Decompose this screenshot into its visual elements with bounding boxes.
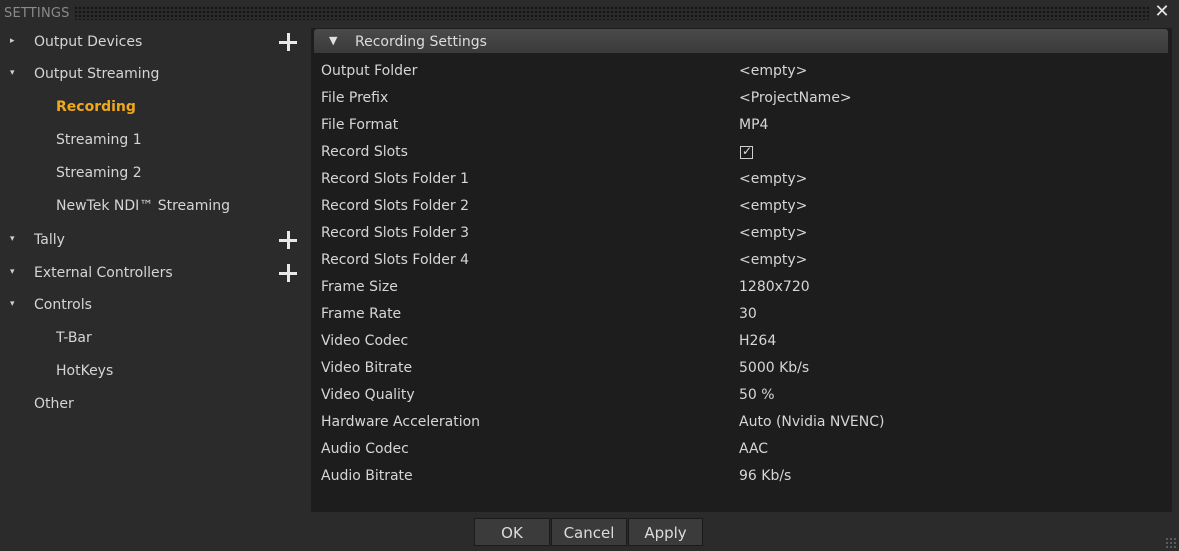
sidebar-item-label: Recording	[56, 99, 136, 115]
property-row-audio-codec[interactable]: Audio Codec AAC	[321, 441, 1166, 468]
sidebar-item-label: Output Devices	[34, 34, 143, 50]
property-row-output-folder[interactable]: Output Folder <empty>	[321, 63, 1166, 90]
property-row-hardware-acceleration[interactable]: Hardware Acceleration Auto (Nvidia NVENC…	[321, 414, 1166, 441]
property-label: Audio Bitrate	[321, 468, 413, 484]
property-label: Record Slots Folder 4	[321, 252, 470, 268]
add-icon[interactable]	[279, 264, 297, 282]
property-label: Video Quality	[321, 387, 415, 403]
sidebar-item-label: Streaming 1	[56, 132, 142, 148]
close-icon[interactable]: ✕	[1153, 3, 1171, 21]
property-row-audio-bitrate[interactable]: Audio Bitrate 96 Kb/s	[321, 468, 1166, 495]
add-icon[interactable]	[279, 33, 297, 51]
property-label: Audio Codec	[321, 441, 409, 457]
cancel-button[interactable]: Cancel	[551, 518, 627, 546]
property-row-record-slots-folder-1[interactable]: Record Slots Folder 1 <empty>	[321, 171, 1166, 198]
property-row-file-format[interactable]: File Format MP4	[321, 117, 1166, 144]
property-label: Frame Size	[321, 279, 398, 295]
property-value[interactable]: H264	[739, 333, 776, 349]
sidebar-item-controls[interactable]: ▾ Controls	[0, 290, 311, 320]
collapse-arrow-icon[interactable]: ▾	[10, 267, 15, 277]
expand-arrow-icon[interactable]: ▸	[10, 36, 15, 46]
collapse-arrow-icon[interactable]: ▾	[10, 234, 15, 244]
title-bar: SETTINGS ✕	[0, 0, 1179, 26]
collapse-arrow-icon[interactable]: ▾	[10, 299, 15, 309]
property-value[interactable]: <empty>	[739, 63, 807, 79]
window-title: SETTINGS	[4, 6, 70, 21]
collapse-arrow-icon[interactable]: ▼	[329, 34, 337, 47]
property-label: File Format	[321, 117, 399, 133]
sidebar-item-tally[interactable]: ▾ Tally	[0, 225, 311, 255]
sidebar-item-hotkeys[interactable]: HotKeys	[0, 356, 311, 386]
sidebar: ▸ Output Devices ▾ Output Streaming Reco…	[0, 26, 311, 551]
property-row-frame-rate[interactable]: Frame Rate 30	[321, 306, 1166, 333]
sidebar-item-streaming-1[interactable]: Streaming 1	[0, 125, 311, 155]
property-row-frame-size[interactable]: Frame Size 1280x720	[321, 279, 1166, 306]
property-value[interactable]: 30	[739, 306, 757, 322]
property-row-record-slots[interactable]: Record Slots ✓	[321, 144, 1166, 171]
property-value[interactable]: 5000 Kb/s	[739, 360, 809, 376]
property-row-video-quality[interactable]: Video Quality 50 %	[321, 387, 1166, 414]
property-row-video-codec[interactable]: Video Codec H264	[321, 333, 1166, 360]
property-label: Record Slots Folder 3	[321, 225, 470, 241]
sidebar-item-label: HotKeys	[56, 363, 114, 379]
resize-grip[interactable]	[1165, 537, 1177, 549]
property-label: Video Codec	[321, 333, 409, 349]
property-label: Video Bitrate	[321, 360, 413, 376]
sidebar-item-recording[interactable]: Recording	[0, 92, 311, 122]
property-label: Output Folder	[321, 63, 418, 79]
property-value[interactable]: 96 Kb/s	[739, 468, 791, 484]
property-value[interactable]: <ProjectName>	[739, 90, 852, 106]
property-value[interactable]: <empty>	[739, 171, 807, 187]
record-slots-checkbox[interactable]: ✓	[740, 144, 753, 159]
add-icon[interactable]	[279, 231, 297, 249]
sidebar-item-streaming-2[interactable]: Streaming 2	[0, 158, 311, 188]
sidebar-item-label: Streaming 2	[56, 165, 142, 181]
property-value[interactable]: 1280x720	[739, 279, 810, 295]
property-row-video-bitrate[interactable]: Video Bitrate 5000 Kb/s	[321, 360, 1166, 387]
dialog-footer: OK Cancel Apply	[474, 518, 704, 546]
sidebar-item-other[interactable]: Other	[0, 389, 311, 419]
properties-panel: ▼ Recording Settings Output Folder <empt…	[311, 28, 1172, 512]
property-value[interactable]: AAC	[739, 441, 768, 457]
collapse-arrow-icon[interactable]: ▾	[10, 68, 15, 78]
sidebar-item-label: T-Bar	[56, 330, 92, 346]
property-value[interactable]: MP4	[739, 117, 768, 133]
sidebar-item-label: Controls	[34, 297, 92, 313]
sidebar-item-output-devices[interactable]: ▸ Output Devices	[0, 27, 311, 57]
property-row-record-slots-folder-3[interactable]: Record Slots Folder 3 <empty>	[321, 225, 1166, 252]
sidebar-item-label: Other	[34, 396, 74, 412]
property-value[interactable]: 50 %	[739, 387, 775, 403]
sidebar-item-external-controllers[interactable]: ▾ External Controllers	[0, 258, 311, 288]
property-row-record-slots-folder-4[interactable]: Record Slots Folder 4 <empty>	[321, 252, 1166, 279]
property-label: Record Slots Folder 1	[321, 171, 470, 187]
property-label: Record Slots	[321, 144, 408, 160]
section-title: Recording Settings	[355, 34, 487, 50]
drag-handle[interactable]	[74, 6, 1149, 20]
property-value[interactable]: <empty>	[739, 252, 807, 268]
property-label: File Prefix	[321, 90, 389, 106]
property-label: Hardware Acceleration	[321, 414, 481, 430]
section-header[interactable]: ▼ Recording Settings	[314, 29, 1168, 53]
sidebar-item-label: Output Streaming	[34, 66, 160, 82]
sidebar-item-label: Tally	[34, 232, 65, 248]
property-label: Record Slots Folder 2	[321, 198, 470, 214]
property-value[interactable]: <empty>	[739, 225, 807, 241]
ok-button[interactable]: OK	[474, 518, 550, 546]
property-value[interactable]: Auto (Nvidia NVENC)	[739, 414, 884, 430]
property-value[interactable]: <empty>	[739, 198, 807, 214]
sidebar-item-ndi-streaming[interactable]: NewTek NDI™ Streaming	[0, 191, 311, 221]
apply-button[interactable]: Apply	[628, 518, 703, 546]
property-row-record-slots-folder-2[interactable]: Record Slots Folder 2 <empty>	[321, 198, 1166, 225]
sidebar-item-output-streaming[interactable]: ▾ Output Streaming	[0, 59, 311, 89]
sidebar-item-label: NewTek NDI™ Streaming	[56, 198, 231, 214]
property-label: Frame Rate	[321, 306, 402, 322]
property-row-file-prefix[interactable]: File Prefix <ProjectName>	[321, 90, 1166, 117]
sidebar-item-label: External Controllers	[34, 265, 173, 281]
checkmark-icon: ✓	[742, 144, 753, 158]
sidebar-item-t-bar[interactable]: T-Bar	[0, 323, 311, 353]
